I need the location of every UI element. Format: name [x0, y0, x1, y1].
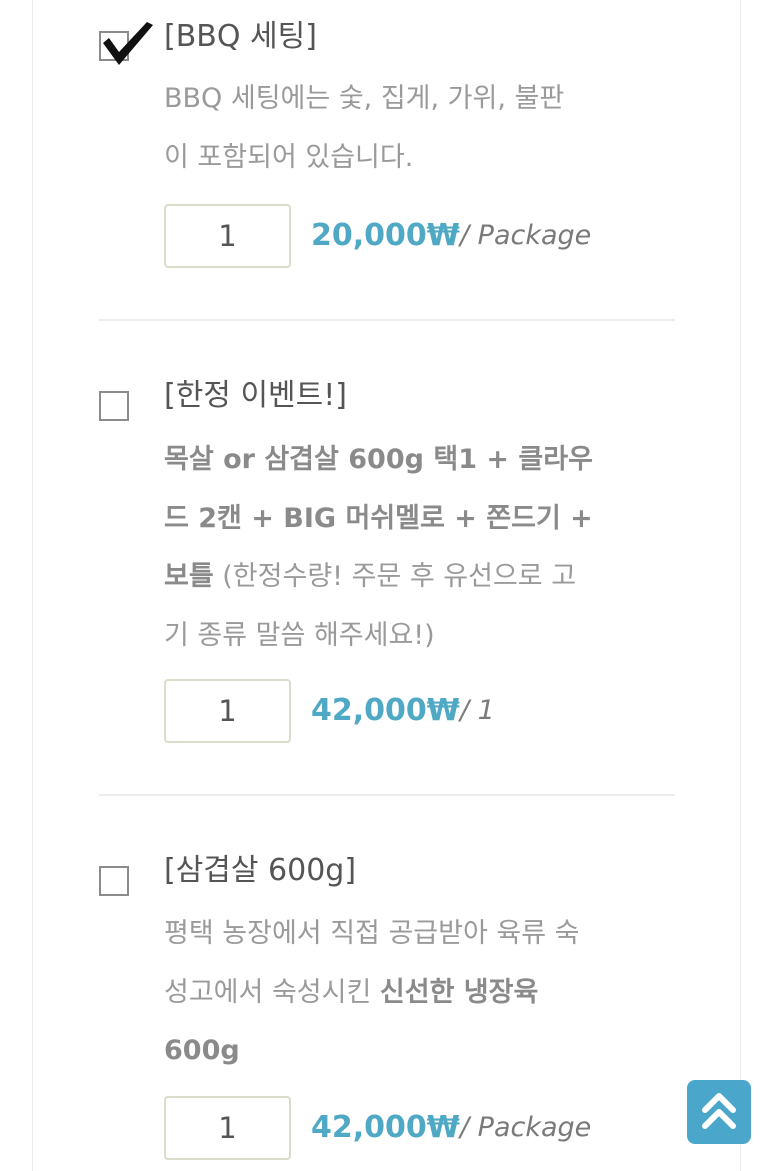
- option-divider: [99, 319, 675, 321]
- option-title: [삼겹살 600g]: [164, 853, 357, 888]
- price-label: 42,000₩: [311, 693, 460, 728]
- price-unit: / Package: [460, 1112, 592, 1143]
- checkmark-icon: [103, 22, 153, 65]
- scroll-to-top-button[interactable]: [687, 1080, 751, 1144]
- option-description: BBQ 세팅에는 숯, 집게, 가위, 불판 이 포함되어 있습니다.: [164, 70, 634, 187]
- option-divider: [99, 794, 675, 796]
- description-line: 이 포함되어 있습니다.: [164, 141, 414, 173]
- description-line: 드 2캔 + BIG 머쉬멜로 + 쫀드기 +: [164, 502, 593, 534]
- description-line: 보틀 (한정수량! 주문 후 유선으로 고: [164, 561, 577, 592]
- description-line: 평택 농장에서 직접 공급받아 육류 숙: [164, 918, 580, 949]
- price-label: 20,000₩: [311, 218, 460, 253]
- description-line: 목살 or 삼겹살 600g 택1 + 클라우: [164, 444, 593, 475]
- quantity-input[interactable]: 1: [164, 679, 291, 743]
- option-description: 평택 농장에서 직접 공급받아 육류 숙 성고에서 숙성시킨 신선한 냉장육 6…: [164, 905, 634, 1081]
- description-line: 600g: [164, 1035, 240, 1066]
- option-title: [BBQ 세팅]: [164, 19, 317, 54]
- description-line: 기 종류 말씀 해주세요!): [164, 619, 435, 651]
- quantity-input[interactable]: 1: [164, 1096, 291, 1160]
- option-checkbox-event[interactable]: [99, 391, 129, 421]
- description-line: BBQ 세팅에는 숯, 집게, 가위, 불판: [164, 83, 565, 114]
- option-checkbox-pork-belly[interactable]: [99, 866, 129, 896]
- option-title: [한정 이벤트!]: [164, 378, 347, 413]
- description-line: 성고에서 숙성시킨 신선한 냉장육: [164, 976, 539, 1008]
- quantity-input[interactable]: 1: [164, 204, 291, 268]
- price-label: 42,000₩: [311, 1110, 460, 1145]
- double-chevron-up-icon: [702, 1093, 736, 1129]
- option-description: 목살 or 삼겹살 600g 택1 + 클라우 드 2캔 + BIG 머쉬멜로 …: [164, 431, 634, 665]
- option-checkbox-bbq[interactable]: [99, 22, 153, 65]
- price-unit: / 1: [460, 695, 495, 726]
- price-unit: / Package: [460, 220, 592, 251]
